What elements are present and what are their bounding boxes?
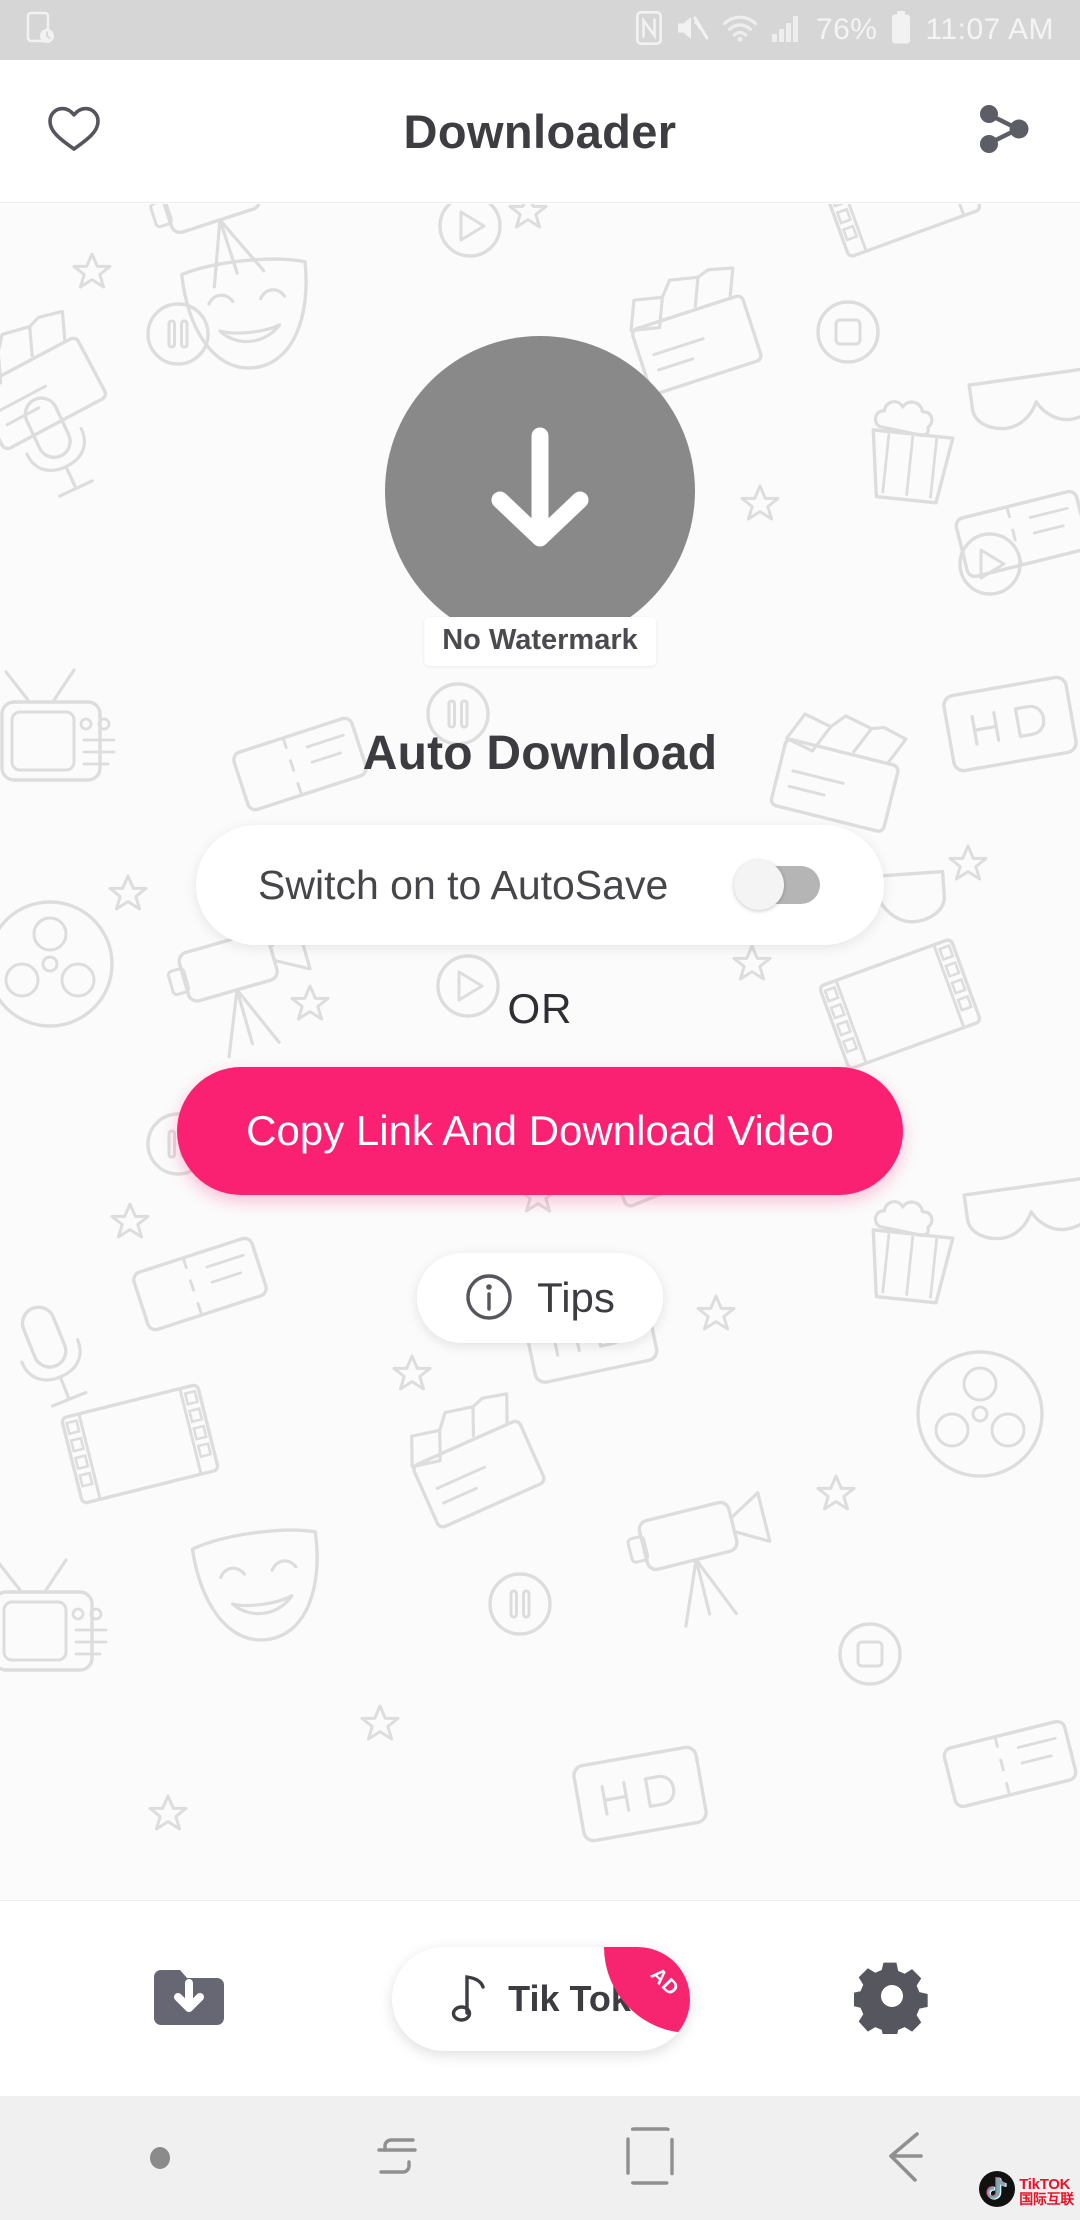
- favorite-button[interactable]: [46, 103, 102, 160]
- back-icon[interactable]: [875, 2126, 931, 2191]
- android-nav-bar: TikTOK 国际互联: [0, 2096, 1080, 2220]
- share-button[interactable]: [974, 101, 1034, 162]
- mute-icon: [675, 13, 709, 48]
- autosave-label: Switch on to AutoSave: [258, 861, 669, 908]
- bottom-bar: Tik Tok AD: [0, 1900, 1080, 2096]
- settings-button[interactable]: [852, 1958, 930, 2039]
- tiktok-logo-icon: [977, 2169, 1017, 2214]
- tiktok-ad-button[interactable]: Tik Tok AD: [392, 1946, 690, 2051]
- main-content: No Watermark Auto Download Switch on to …: [0, 204, 1080, 1900]
- download-arrow-icon: [465, 414, 615, 569]
- tips-button[interactable]: Tips: [417, 1253, 663, 1343]
- tips-label: Tips: [537, 1274, 615, 1321]
- page-title: Downloader: [403, 104, 677, 158]
- no-watermark-badge: No Watermark: [424, 617, 656, 666]
- status-bar: 76% 11:07 AM: [0, 0, 1080, 60]
- downloads-button[interactable]: [150, 1961, 228, 2036]
- wifi-icon: [722, 13, 758, 48]
- share-icon: [974, 101, 1034, 162]
- status-bar-right-icons: 76% 11:07 AM: [635, 10, 1054, 50]
- or-divider: OR: [507, 985, 573, 1032]
- copy-link-download-button[interactable]: Copy Link And Download Video: [177, 1067, 903, 1195]
- clock-label: 11:07 AM: [925, 13, 1054, 46]
- battery-percent-label: 76%: [815, 13, 878, 46]
- battery-icon: [890, 10, 912, 50]
- home-icon[interactable]: [624, 2125, 676, 2192]
- app-bar: Downloader: [0, 60, 1080, 203]
- info-icon: [465, 1273, 513, 1324]
- status-bar-left-icons: [26, 11, 56, 50]
- section-title: Auto Download: [362, 727, 718, 780]
- watermark-text: TikTOK 国际互联: [1019, 2177, 1074, 2206]
- tiktok-watermark: TikTOK 国际互联: [977, 2169, 1074, 2214]
- toggle-knob: [734, 860, 784, 910]
- signal-icon: [771, 13, 803, 48]
- nfc-icon: [635, 10, 662, 50]
- gear-icon: [852, 1962, 930, 2039]
- recents-icon[interactable]: [369, 2128, 425, 2189]
- heart-icon: [46, 103, 102, 160]
- phone-screen: 76% 11:07 AM Downloader No Watermark Aut…: [0, 0, 1080, 2220]
- autosave-toggle[interactable]: [734, 860, 820, 910]
- autosave-card[interactable]: Switch on to AutoSave: [196, 825, 884, 945]
- download-button[interactable]: No Watermark: [385, 336, 695, 666]
- watermark-line-2: 国际互联: [1019, 2191, 1074, 2207]
- screen-recorder-icon: [26, 11, 56, 50]
- dot-indicator-icon[interactable]: [149, 2147, 170, 2169]
- music-note-icon: [451, 1969, 491, 2028]
- watermark-line-1: TikTOK: [1019, 2176, 1071, 2193]
- download-folder-icon: [150, 1970, 228, 2035]
